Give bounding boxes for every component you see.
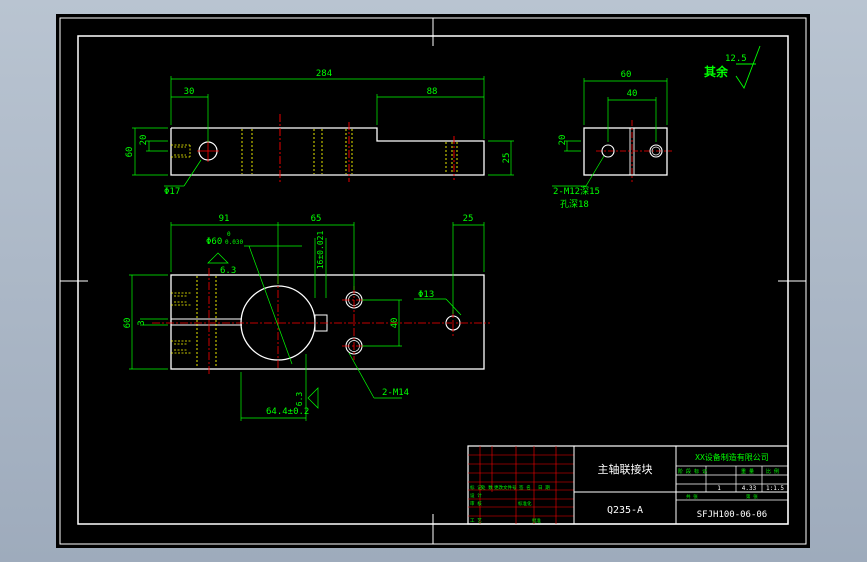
dim-bottom: 64.4±0.2 <box>266 407 309 417</box>
dim-front-25: 25 <box>463 214 474 224</box>
sheet-total: 共 张 <box>686 493 698 500</box>
dim-slot-length: 88 <box>427 87 438 97</box>
header-weight: 重 量 <box>741 468 754 475</box>
dim-vertical-tol: 16±0.021 <box>316 231 325 270</box>
material: Q235-A <box>607 505 643 516</box>
side-view: 60 40 20 2-M12深15 孔深18 <box>552 70 672 210</box>
cad-drawing: 284 30 88 60 20 25 Φ17 其余 12.5 60 40 20 … <box>59 17 807 545</box>
top-view-outline <box>170 127 485 176</box>
dim-bore-dia: Φ60 <box>206 237 222 247</box>
change-header-sign: 签 名 <box>519 484 531 491</box>
approve-label: 批准 <box>532 517 541 524</box>
top-centerlines <box>279 114 455 184</box>
surface-finish-value: 12.5 <box>725 54 747 64</box>
sheet-index: 第 张 <box>746 493 758 500</box>
rough-value-2: 6.3 <box>295 392 304 407</box>
dim-side-width: 60 <box>621 70 632 80</box>
dim-height-left: 60 <box>125 147 135 158</box>
dim-side-hole-spacing: 40 <box>627 89 638 99</box>
dim-front-height: 60 <box>123 318 133 329</box>
top-hidden-lines <box>241 129 458 174</box>
header-scale: 比 例 <box>766 468 779 475</box>
front-dimensions <box>129 222 485 421</box>
callout-thread-3: 2-M14 <box>382 388 409 398</box>
inner-frame <box>77 35 789 525</box>
dim-bore-tol-upper: 0 <box>227 231 231 238</box>
dim-front-65: 65 <box>311 214 322 224</box>
dim-overall-length: 284 <box>316 69 332 79</box>
title-block: 标 记 处 数 更改文件号 签 名 日 期 设 计 审 核 工 艺 标准化 批准… <box>467 445 789 525</box>
change-header-date: 日 期 <box>538 485 550 491</box>
front-hidden-lines <box>196 276 217 368</box>
company-name: XX设备制造有限公司 <box>695 452 769 462</box>
change-header-count: 处 数 <box>481 484 493 491</box>
dim-hole-spacing-front: 40 <box>390 318 400 329</box>
scale: 1:1.5 <box>766 485 784 492</box>
header-stage: 阶 段 标 记 <box>678 468 707 475</box>
surface-finish-label: 其余 <box>704 64 729 79</box>
dim-side-hole-height: 20 <box>558 135 568 146</box>
role-review: 审 核 <box>470 500 482 507</box>
dim-bore-tol-lower: 0.030 <box>225 239 243 246</box>
callout-thread-2: 孔深18 <box>560 199 589 210</box>
quantity: 1 <box>717 485 721 492</box>
dim-hole-height: 20 <box>139 135 149 146</box>
top-left-thread <box>171 144 191 158</box>
standard-label: 标准化 <box>518 500 532 507</box>
part-name: 主轴联接块 <box>598 462 653 476</box>
front-view: 91 65 25 Φ60 0 0.030 6.3 16±0.021 Φ13 60… <box>123 214 490 421</box>
dim-slit-width: 3 <box>137 320 147 325</box>
weight: 4.33 <box>742 485 757 492</box>
change-header-doc: 更改文件号 <box>494 484 517 491</box>
dim-hole-dia-top: Φ17 <box>164 187 180 197</box>
dim-right-step: 25 <box>502 153 512 164</box>
dim-front-91: 91 <box>219 214 230 224</box>
callout-thread-1: 2-M12深15 <box>553 186 600 197</box>
dim-hole-dia-front: Φ13 <box>418 290 434 300</box>
side-dimensions <box>552 78 668 187</box>
surface-finish-mark <box>735 45 761 89</box>
role-process: 工 艺 <box>470 518 482 524</box>
drawing-number: SFJH100-06-06 <box>697 510 767 520</box>
dim-left-offset: 30 <box>184 87 195 97</box>
rough-value-1: 6.3 <box>220 266 236 276</box>
role-design: 设 计 <box>470 492 482 499</box>
drawing-sheet: 284 30 88 60 20 25 Φ17 其余 12.5 60 40 20 … <box>56 14 810 548</box>
